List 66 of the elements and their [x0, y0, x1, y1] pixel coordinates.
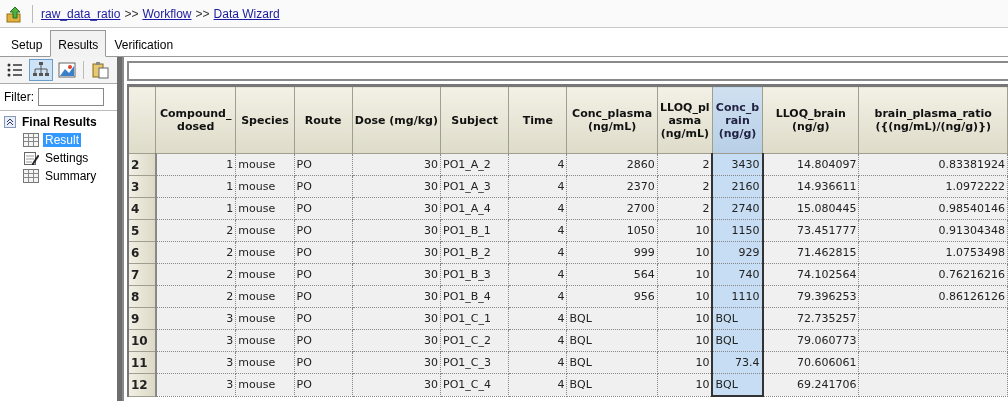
row-header[interactable]: 2: [128, 153, 156, 176]
row-header[interactable]: 7: [128, 263, 156, 286]
list-icon: [6, 61, 24, 79]
column-header[interactable]: brain_plasma_ratio ({(ng/mL)/(ng/g)}): [858, 85, 1008, 154]
column-header[interactable]: Conc_plasma (ng/mL): [566, 85, 658, 154]
table-icon: [23, 133, 39, 147]
row-header[interactable]: 9: [128, 307, 156, 330]
table-cell: 740: [712, 263, 763, 286]
row-header[interactable]: 3: [128, 175, 156, 198]
row-header[interactable]: 11: [128, 351, 156, 374]
tab[interactable]: Verification: [106, 33, 182, 57]
table-cell: BQL: [712, 307, 763, 330]
row-header[interactable]: 4: [128, 197, 156, 220]
table-cell: PO: [294, 373, 353, 396]
breadcrumb-link[interactable]: Workflow: [142, 6, 192, 21]
column-header[interactable]: Route: [294, 85, 353, 154]
formula-field[interactable]: [127, 61, 1008, 81]
tree-item[interactable]: Summary: [43, 169, 99, 183]
table-cell: 2160: [712, 175, 763, 198]
table-cell: 1.0972222: [858, 175, 1008, 198]
column-header[interactable]: Species: [235, 85, 295, 154]
hierarchy-icon: [32, 61, 50, 79]
breadcrumb-separator: >>: [124, 6, 139, 21]
tab[interactable]: Setup: [3, 33, 51, 57]
table-cell: 30: [352, 373, 441, 396]
table-cell: 2740: [712, 197, 763, 220]
tree-item[interactable]: Final Results: [22, 115, 97, 129]
row-header[interactable]: 5: [128, 219, 156, 242]
table-cell: BQL: [712, 373, 763, 396]
table-cell: 0.83381924: [858, 153, 1008, 176]
filter-field[interactable]: [38, 88, 104, 106]
row-header[interactable]: 12: [128, 373, 156, 396]
table-cell: 1150: [712, 219, 763, 242]
table-cell: 73.4: [712, 351, 763, 374]
table-cell: 0.86126126: [858, 285, 1008, 308]
row-header[interactable]: 10: [128, 329, 156, 352]
column-header[interactable]: Dose (mg/kg): [352, 85, 441, 154]
table-cell: 0.98540146: [858, 197, 1008, 220]
up-arrow-icon: [6, 4, 24, 23]
table-cell: BQL: [712, 329, 763, 352]
image-icon: [58, 61, 76, 79]
column-header[interactable]: Compound_dosed: [155, 85, 236, 154]
clipboard-icon: [91, 61, 109, 79]
tab[interactable]: Results: [50, 30, 107, 57]
table-cell: 1.0753498: [858, 241, 1008, 264]
row-header[interactable]: 6: [128, 241, 156, 264]
table-cell: 0.76216216: [858, 263, 1008, 286]
tree-item[interactable]: Settings: [43, 151, 91, 165]
table-cell: 929: [712, 241, 763, 264]
breadcrumb-link[interactable]: Data Wizard: [213, 6, 280, 21]
table-icon: [23, 169, 39, 183]
row-header[interactable]: 8: [128, 285, 156, 308]
notepad-pencil-icon: [23, 150, 39, 166]
column-header[interactable]: LLOQ_plasma (ng/mL): [657, 85, 713, 154]
toolbar-button[interactable]: [29, 59, 53, 81]
filter-label: Filter:: [4, 90, 34, 104]
column-header[interactable]: Time: [508, 85, 567, 154]
table-cell: 1110: [712, 285, 763, 308]
column-header[interactable]: Conc_brain (ng/g): [712, 85, 763, 154]
column-header[interactable]: LLOQ_brain (ng/g): [762, 85, 859, 154]
breadcrumb-link[interactable]: raw_data_ratio: [41, 6, 121, 21]
breadcrumb-separator: >>: [195, 6, 210, 21]
table-cell: 0.91304348: [858, 219, 1008, 242]
table-cell: 3430: [712, 153, 763, 176]
collapse-icon[interactable]: [4, 116, 16, 128]
column-header[interactable]: Subject: [440, 85, 509, 154]
